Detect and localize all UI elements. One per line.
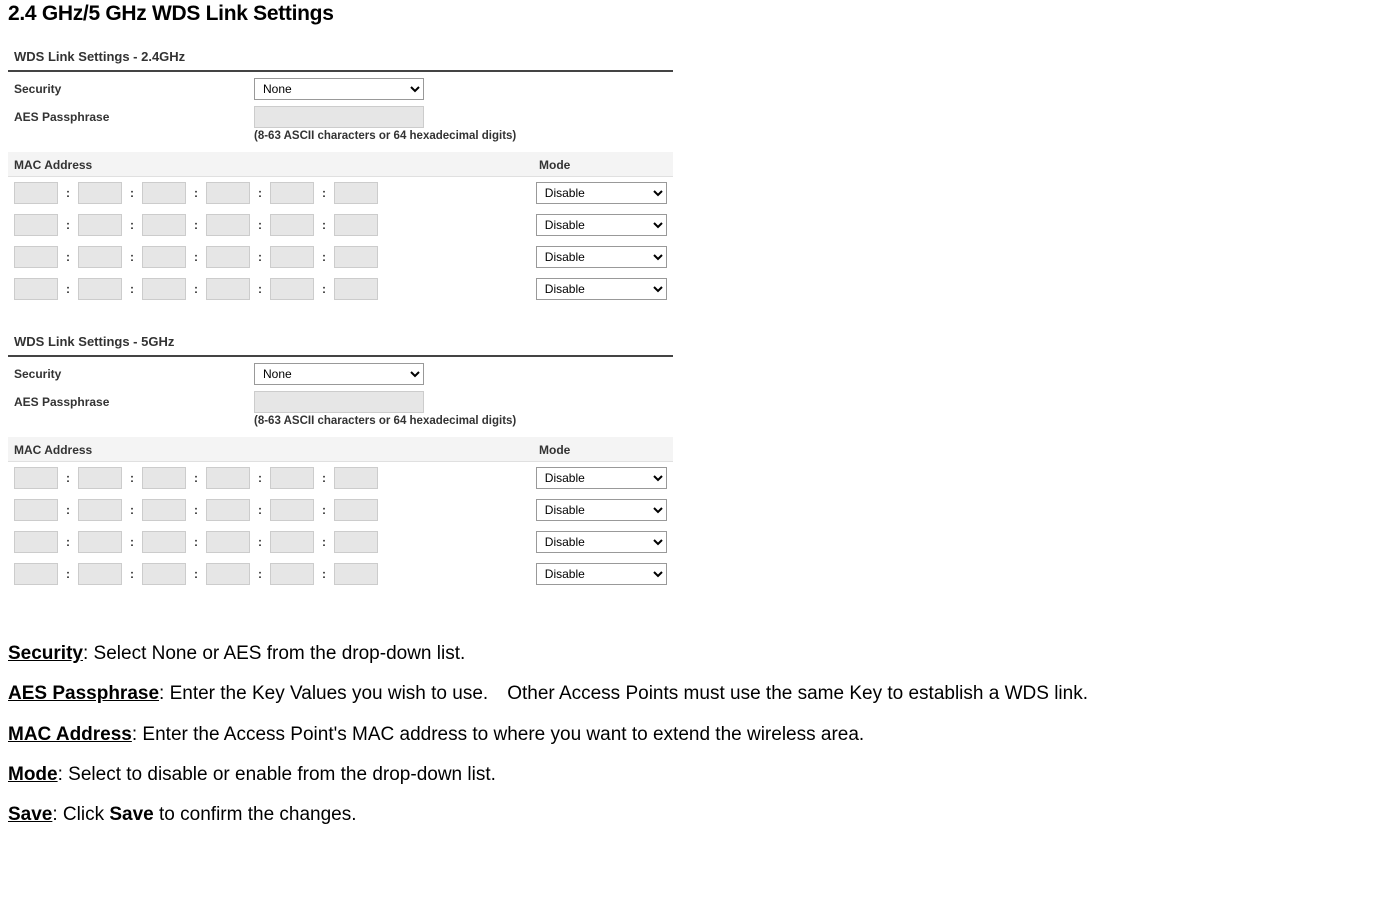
panel-title: WDS Link Settings - 2.4GHz <box>14 49 185 64</box>
mac-octet[interactable] <box>14 499 58 521</box>
mac-octet[interactable] <box>14 214 58 236</box>
mac-octet[interactable] <box>270 467 314 489</box>
desc-security: Security: Select None or AES from the dr… <box>8 638 1375 670</box>
mac-octet[interactable] <box>78 563 122 585</box>
mac-octet[interactable] <box>78 467 122 489</box>
mac-octet[interactable] <box>206 246 250 268</box>
security-select[interactable]: None <box>254 363 424 385</box>
mode-select[interactable]: Disable <box>536 278 667 300</box>
mac-row: ::::: Disable <box>8 462 673 494</box>
mac-octet[interactable] <box>270 531 314 553</box>
mac-row: ::::: Disable <box>8 241 673 273</box>
mode-select[interactable]: Disable <box>536 499 667 521</box>
mac-octet[interactable] <box>270 499 314 521</box>
mac-octet[interactable] <box>334 214 378 236</box>
mac-row: ::::: Disable <box>8 494 673 526</box>
mac-octet[interactable] <box>14 182 58 204</box>
mac-octet[interactable] <box>270 278 314 300</box>
aes-row: AES Passphrase (8-63 ASCII characters or… <box>8 385 673 427</box>
mac-octet[interactable] <box>78 246 122 268</box>
mac-row: ::::: Disable <box>8 558 673 590</box>
mode-select[interactable]: Disable <box>536 563 667 585</box>
security-row: Security None <box>8 72 673 100</box>
aes-input[interactable] <box>254 391 424 413</box>
mac-octet[interactable] <box>14 467 58 489</box>
mac-row: ::::: Disable <box>8 273 673 305</box>
mac-octet[interactable] <box>78 278 122 300</box>
wds-panel-5ghz: WDS Link Settings - 5GHz Security None A… <box>8 327 673 590</box>
mac-octet[interactable] <box>78 214 122 236</box>
mac-octet[interactable] <box>14 531 58 553</box>
wds-panel-24ghz: WDS Link Settings - 2.4GHz Security None… <box>8 42 673 305</box>
desc-mac: MAC Address: Enter the Access Point's MA… <box>8 719 1375 751</box>
mac-octet[interactable] <box>206 499 250 521</box>
mac-octet[interactable] <box>270 563 314 585</box>
mac-address-header: MAC Address <box>14 443 539 457</box>
mac-octet[interactable] <box>334 246 378 268</box>
mac-table-header: MAC Address Mode <box>8 437 673 462</box>
mac-octet[interactable] <box>14 278 58 300</box>
mac-octet[interactable] <box>270 246 314 268</box>
mac-octet[interactable] <box>142 214 186 236</box>
aes-hint: (8-63 ASCII characters or 64 hexadecimal… <box>254 130 667 142</box>
mac-octet[interactable] <box>142 499 186 521</box>
mac-octet[interactable] <box>334 278 378 300</box>
mac-octet[interactable] <box>78 531 122 553</box>
mac-octet[interactable] <box>334 531 378 553</box>
mode-select[interactable]: Disable <box>536 246 667 268</box>
panel-header: WDS Link Settings - 5GHz <box>8 327 673 357</box>
mode-select[interactable]: Disable <box>536 182 667 204</box>
mac-octet[interactable] <box>270 182 314 204</box>
mac-octet[interactable] <box>14 563 58 585</box>
mac-octet[interactable] <box>78 499 122 521</box>
panel-header: WDS Link Settings - 2.4GHz <box>8 42 673 72</box>
mac-table-header: MAC Address Mode <box>8 152 673 177</box>
aes-input[interactable] <box>254 106 424 128</box>
mac-octet[interactable] <box>142 182 186 204</box>
mac-octet[interactable] <box>142 531 186 553</box>
mac-octet[interactable] <box>142 467 186 489</box>
mac-row: ::::: Disable <box>8 177 673 209</box>
mac-octet[interactable] <box>206 278 250 300</box>
mac-octet[interactable] <box>206 467 250 489</box>
security-label: Security <box>14 78 254 96</box>
aes-hint: (8-63 ASCII characters or 64 hexadecimal… <box>254 415 667 427</box>
mac-octet[interactable] <box>14 246 58 268</box>
mac-octet[interactable] <box>142 563 186 585</box>
desc-save: Save: Click Save to confirm the changes. <box>8 799 1375 831</box>
field-descriptions: Security: Select None or AES from the dr… <box>8 638 1375 831</box>
aes-label: AES Passphrase <box>14 391 254 409</box>
mode-select[interactable]: Disable <box>536 467 667 489</box>
mac-octet[interactable] <box>206 214 250 236</box>
aes-label: AES Passphrase <box>14 106 254 124</box>
mac-address-header: MAC Address <box>14 158 539 172</box>
mac-octet[interactable] <box>142 246 186 268</box>
mac-row: ::::: Disable <box>8 526 673 558</box>
security-select[interactable]: None <box>254 78 424 100</box>
panel-title: WDS Link Settings - 5GHz <box>14 334 174 349</box>
aes-row: AES Passphrase (8-63 ASCII characters or… <box>8 100 673 142</box>
mac-octet[interactable] <box>270 214 314 236</box>
mac-octet[interactable] <box>206 563 250 585</box>
mode-select[interactable]: Disable <box>536 531 667 553</box>
security-label: Security <box>14 363 254 381</box>
desc-aes: AES Passphrase: Enter the Key Values you… <box>8 678 1375 710</box>
mode-header: Mode <box>539 158 570 172</box>
mac-octet[interactable] <box>334 563 378 585</box>
mode-select[interactable]: Disable <box>536 214 667 236</box>
mac-octet[interactable] <box>206 182 250 204</box>
mac-octet[interactable] <box>78 182 122 204</box>
security-row: Security None <box>8 357 673 385</box>
mac-octet[interactable] <box>334 182 378 204</box>
mac-octet[interactable] <box>206 531 250 553</box>
mac-octet[interactable] <box>334 467 378 489</box>
mac-row: ::::: Disable <box>8 209 673 241</box>
mac-octet[interactable] <box>142 278 186 300</box>
desc-mode: Mode: Select to disable or enable from t… <box>8 759 1375 791</box>
mac-octet[interactable] <box>334 499 378 521</box>
mode-header: Mode <box>539 443 570 457</box>
page-heading: 2.4 GHz/5 GHz WDS Link Settings <box>8 2 1375 26</box>
